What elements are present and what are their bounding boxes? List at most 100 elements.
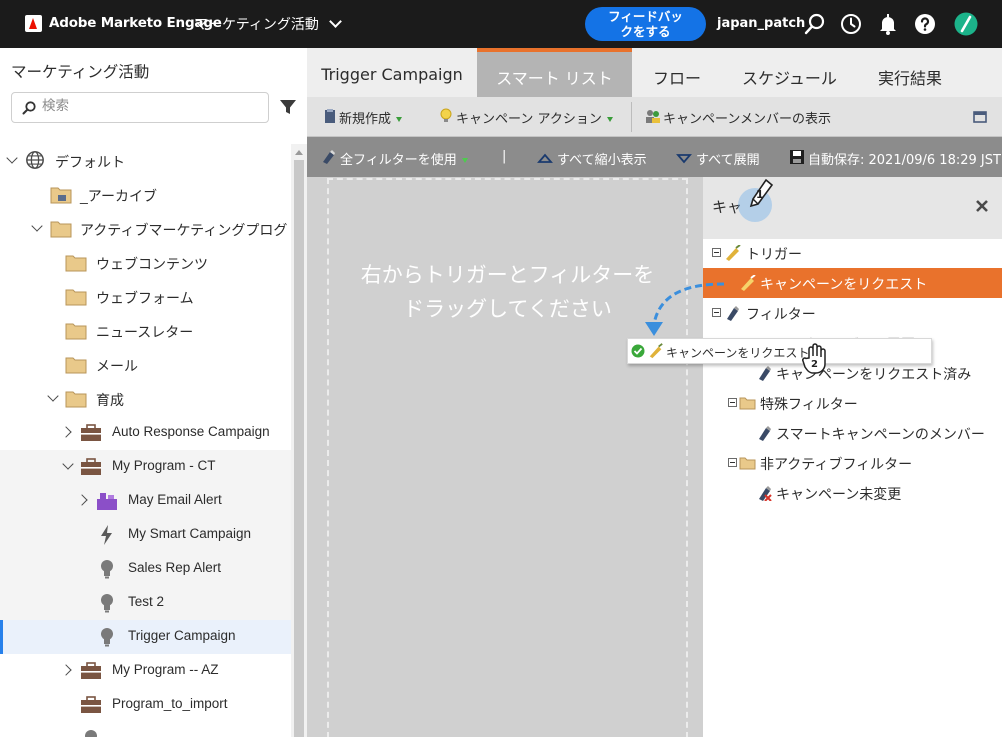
filter-funnel-icon bbox=[323, 150, 335, 164]
tree-item-test-2[interactable]: Test 2 bbox=[0, 586, 291, 620]
folder-icon bbox=[65, 357, 87, 374]
palette-item-label: キャンペーンをリクエスト bbox=[760, 277, 928, 293]
palette-item-label: スマートキャンペーンのメンバー bbox=[776, 427, 985, 443]
scrollbar-thumb[interactable] bbox=[294, 160, 304, 737]
tree-item-label: ウェブコンテンツ bbox=[96, 256, 208, 272]
tree-item-web-forms[interactable]: ウェブフォーム bbox=[0, 280, 291, 314]
chevron-down-icon[interactable] bbox=[6, 152, 18, 164]
close-icon[interactable] bbox=[975, 199, 989, 213]
search-input[interactable] bbox=[42, 98, 257, 114]
toolbar-divider bbox=[631, 102, 632, 132]
filter-funnel-icon bbox=[759, 426, 771, 441]
program-tree: デフォルト _アーカイブ アクティブマーケティングプログ ウェブコンテンツ ウェ… bbox=[0, 144, 291, 737]
tab-schedule[interactable]: スケジュール bbox=[722, 48, 857, 97]
tree-item-my-program-az[interactable]: My Program -- AZ bbox=[0, 654, 291, 688]
collapse-toggle-icon[interactable] bbox=[728, 458, 737, 467]
inactive-filter-icon bbox=[759, 486, 772, 501]
palette-item-campaign-not-changed[interactable]: キャンペーン未変更 bbox=[703, 478, 1002, 508]
tree-item-may-email-alert[interactable]: May Email Alert bbox=[0, 484, 291, 518]
search-icon[interactable] bbox=[803, 12, 827, 36]
help-icon[interactable] bbox=[913, 12, 937, 36]
user-name[interactable]: japan_patch bbox=[717, 16, 805, 31]
tree-item-my-program-ct[interactable]: My Program - CT bbox=[0, 450, 291, 484]
tree-item-auto-response[interactable]: Auto Response Campaign bbox=[0, 416, 291, 450]
tab-flow[interactable]: フロー bbox=[632, 48, 722, 97]
avatar-icon[interactable] bbox=[954, 12, 978, 36]
new-button[interactable]: 新規作成 bbox=[339, 108, 403, 127]
chevron-down-icon[interactable] bbox=[329, 15, 342, 28]
tree-item-nurture[interactable]: 育成 bbox=[0, 382, 291, 416]
palette-item-label: フィルター bbox=[746, 307, 816, 323]
palette-group-special-filters[interactable]: 特殊フィルター bbox=[703, 388, 1002, 418]
tree-item-label: Program_to_import bbox=[112, 696, 228, 711]
bell-icon[interactable] bbox=[876, 12, 900, 36]
feedback-label-line1: フィードバッ bbox=[608, 9, 683, 24]
scroll-up-arrow-icon[interactable] bbox=[295, 150, 303, 155]
tab-smart-list[interactable]: スマート リスト bbox=[477, 48, 632, 97]
left-panel: マーケティング活動 デフォルト bbox=[0, 48, 307, 737]
use-all-filters-button[interactable]: 全フィルターを使用 bbox=[340, 149, 468, 168]
tree-item-active-marketing[interactable]: アクティブマーケティングプログ bbox=[0, 212, 291, 246]
trigger-icon bbox=[741, 275, 756, 291]
palette-group-inactive-filters[interactable]: 非アクティブフィルター bbox=[703, 448, 1002, 478]
folder-icon bbox=[65, 255, 87, 272]
palette-item-label: 非アクティブフィルター bbox=[760, 457, 913, 473]
email-program-icon bbox=[97, 493, 117, 510]
tree-item-trigger-campaign[interactable]: Trigger Campaign bbox=[0, 620, 291, 654]
tree-item-newsletter[interactable]: ニュースレター bbox=[0, 314, 291, 348]
save-disk-icon bbox=[790, 150, 804, 164]
top-navigation-bar: Adobe Marketo Engage マーケティング活動 フィードバッ クを… bbox=[0, 0, 1002, 48]
tab-results[interactable]: 実行結果 bbox=[857, 48, 963, 97]
tree-search[interactable] bbox=[11, 92, 269, 123]
chevron-right-icon[interactable] bbox=[76, 494, 88, 506]
chevron-right-icon[interactable] bbox=[60, 426, 72, 438]
collapse-toggle-icon[interactable] bbox=[728, 398, 737, 407]
feedback-label-line2: クをする bbox=[620, 24, 671, 39]
tree-item-label: May Email Alert bbox=[128, 492, 222, 507]
tree-item-sales-rep-alert[interactable]: Sales Rep Alert bbox=[0, 552, 291, 586]
workspace-menu[interactable]: マーケティング活動 bbox=[194, 14, 319, 34]
dropdown-arrow-icon bbox=[606, 117, 613, 122]
lightbulb-icon bbox=[101, 628, 113, 647]
tree-item-my-smart-campaign[interactable]: My Smart Campaign bbox=[0, 518, 291, 552]
folder-icon bbox=[65, 323, 87, 340]
tree-item-label: ウェブフォーム bbox=[96, 290, 194, 306]
tree-item-default[interactable]: デフォルト bbox=[0, 144, 291, 178]
tab-trigger-campaign[interactable]: Trigger Campaign bbox=[307, 48, 477, 97]
adobe-logo-icon[interactable] bbox=[25, 15, 42, 32]
lightbulb-icon bbox=[85, 730, 97, 737]
autosave-status: 自動保存: 2021/09/6 18:29 JST bbox=[808, 153, 1001, 168]
folder-icon bbox=[65, 289, 87, 306]
collapse-toggle-icon[interactable] bbox=[712, 248, 721, 257]
chevron-down-icon[interactable] bbox=[47, 390, 59, 402]
tree-item-archive[interactable]: _アーカイブ bbox=[0, 178, 291, 212]
collapse-all-button[interactable]: すべて縮小表示 bbox=[557, 149, 647, 168]
folder-icon bbox=[65, 391, 87, 408]
tree-scrollbar[interactable] bbox=[291, 144, 307, 737]
check-circle-icon bbox=[631, 344, 645, 358]
filter-icon[interactable] bbox=[279, 98, 297, 116]
view-members-button[interactable]: キャンペーンメンバーの表示 bbox=[663, 108, 831, 127]
step-2-number: 2 bbox=[811, 359, 818, 370]
lightbulb-icon bbox=[101, 560, 113, 579]
tree-item-email[interactable]: メール bbox=[0, 348, 291, 382]
globe-icon bbox=[26, 151, 44, 169]
tree-item-label: My Program - CT bbox=[112, 458, 216, 473]
tree-item-partial[interactable] bbox=[0, 722, 291, 737]
window-icon[interactable] bbox=[972, 109, 988, 125]
chevron-right-icon[interactable] bbox=[60, 664, 72, 676]
campaign-actions-button[interactable]: キャンペーン アクション bbox=[456, 108, 613, 127]
clock-icon[interactable] bbox=[839, 12, 863, 36]
tree-item-web-content[interactable]: ウェブコンテンツ bbox=[0, 246, 291, 280]
collapse-arrow-icon bbox=[537, 153, 553, 163]
palette-item-campaign-requested-trigger[interactable]: キャンペーンをリクエスト bbox=[703, 268, 1002, 298]
chevron-down-icon[interactable] bbox=[31, 220, 43, 232]
expand-all-button[interactable]: すべて展開 bbox=[696, 149, 760, 168]
tree-item-program-to-import[interactable]: Program_to_import bbox=[0, 688, 291, 722]
palette-group-filters[interactable]: フィルター bbox=[703, 298, 1002, 328]
feedback-button[interactable]: フィードバッ クをする bbox=[585, 7, 706, 41]
palette-group-triggers[interactable]: トリガー bbox=[703, 238, 1002, 268]
palette-item-smart-campaign-member[interactable]: スマートキャンペーンのメンバー bbox=[703, 418, 1002, 448]
smart-list-drop-zone[interactable]: 右からトリガーとフィルターを ドラッグしてください bbox=[327, 178, 688, 737]
chevron-down-icon[interactable] bbox=[62, 458, 74, 470]
